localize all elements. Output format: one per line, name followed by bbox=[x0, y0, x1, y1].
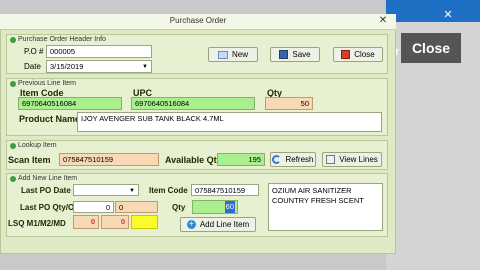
po-label: P.O # bbox=[24, 47, 44, 56]
chevron-down-icon[interactable]: ▼ bbox=[129, 185, 135, 195]
lookup-section-title: Lookup Item bbox=[10, 142, 57, 149]
add-line-section-title: Add New Line Item bbox=[10, 175, 77, 182]
previous-line-section-icon bbox=[10, 80, 16, 87]
background-titlebar bbox=[386, 0, 480, 22]
prev-item-code-field: 6970640516084 bbox=[18, 97, 122, 110]
prev-product-name-field: IJOY AVENGER SUB TANK BLACK 4.7ML bbox=[77, 112, 382, 132]
last-po-date-label: Last PO Date bbox=[21, 186, 71, 195]
chevron-down-icon[interactable]: ▼ bbox=[142, 61, 148, 72]
new-button-label: New bbox=[231, 50, 248, 59]
lsq-m2-field: 0 bbox=[101, 215, 129, 229]
add-line-item-button-label: Add Line Item bbox=[199, 220, 250, 229]
close-button[interactable]: Close bbox=[333, 47, 383, 62]
header-section-icon bbox=[10, 36, 16, 43]
scan-item-input[interactable]: 075847510159 bbox=[59, 153, 159, 166]
date-value: 3/15/2019 bbox=[50, 62, 84, 71]
available-qty-field: 195 bbox=[217, 153, 265, 166]
scan-item-label: Scan Item bbox=[8, 155, 51, 165]
view-lines-button[interactable]: View Lines bbox=[322, 152, 382, 167]
lsq-m1-field: 0 bbox=[73, 215, 99, 229]
background-window-close-icon[interactable]: ✕ bbox=[438, 8, 458, 22]
header-section-title-text: Purchase Order Header Info bbox=[18, 36, 106, 43]
add-item-code-label: Item Code bbox=[149, 186, 188, 195]
add-icon: + bbox=[186, 220, 196, 229]
add-line-section-icon bbox=[10, 175, 16, 182]
new-button[interactable]: New bbox=[208, 47, 258, 62]
refresh-button[interactable]: Refresh bbox=[270, 152, 316, 167]
view-lines-icon bbox=[326, 155, 336, 164]
add-qty-input[interactable]: 60 bbox=[192, 200, 238, 214]
save-icon bbox=[279, 50, 289, 59]
last-po-date-picker[interactable]: ▼ bbox=[73, 184, 139, 196]
po-number-field[interactable]: 000005 bbox=[46, 45, 152, 58]
previous-line-section-title-text: Previous Line Item bbox=[18, 80, 76, 87]
close-button-label: Close bbox=[354, 50, 375, 59]
save-button[interactable]: Save bbox=[270, 47, 320, 62]
add-line-section-title-text: Add New Line Item bbox=[18, 175, 78, 182]
dialog-title: Purchase Order bbox=[169, 16, 227, 25]
item-description-box: OZIUM AIR SANITIZER COUNTRY FRESH SCENT bbox=[268, 183, 383, 231]
refresh-button-label: Refresh bbox=[285, 155, 314, 164]
lsq-label: LSQ M1/M2/MD bbox=[8, 219, 66, 228]
header-section-title: Purchase Order Header Info bbox=[10, 36, 106, 43]
date-label: Date bbox=[24, 62, 41, 71]
previous-line-section-title: Previous Line Item bbox=[10, 80, 76, 87]
lookup-section-title-text: Lookup Item bbox=[18, 142, 57, 149]
available-qty-label: Available Qty bbox=[165, 155, 222, 165]
dialog-close-icon[interactable]: ✕ bbox=[374, 15, 392, 28]
date-picker[interactable]: 3/15/2019 ▼ bbox=[46, 60, 152, 73]
close-icon bbox=[341, 50, 351, 59]
prev-upc-field: 6970640516084 bbox=[131, 97, 255, 110]
opo-field: 0 bbox=[115, 201, 158, 213]
new-icon bbox=[217, 50, 228, 59]
add-line-item-button[interactable]: + Add Line Item bbox=[180, 217, 256, 232]
add-qty-value: 60 bbox=[224, 201, 235, 213]
save-button-label: Save bbox=[292, 50, 311, 59]
view-lines-button-label: View Lines bbox=[339, 155, 378, 164]
lsq-md-field bbox=[131, 215, 158, 229]
background-close-button[interactable]: Close bbox=[401, 33, 461, 63]
lookup-section-icon bbox=[10, 142, 16, 149]
prev-qty-field: 50 bbox=[265, 97, 313, 110]
prev-product-name-label: Product Name bbox=[19, 114, 81, 124]
refresh-icon bbox=[272, 155, 282, 164]
add-qty-label: Qty bbox=[172, 203, 186, 212]
add-item-code-field[interactable]: 075847510159 bbox=[191, 184, 259, 196]
last-po-qty-field: 0 bbox=[73, 201, 114, 213]
